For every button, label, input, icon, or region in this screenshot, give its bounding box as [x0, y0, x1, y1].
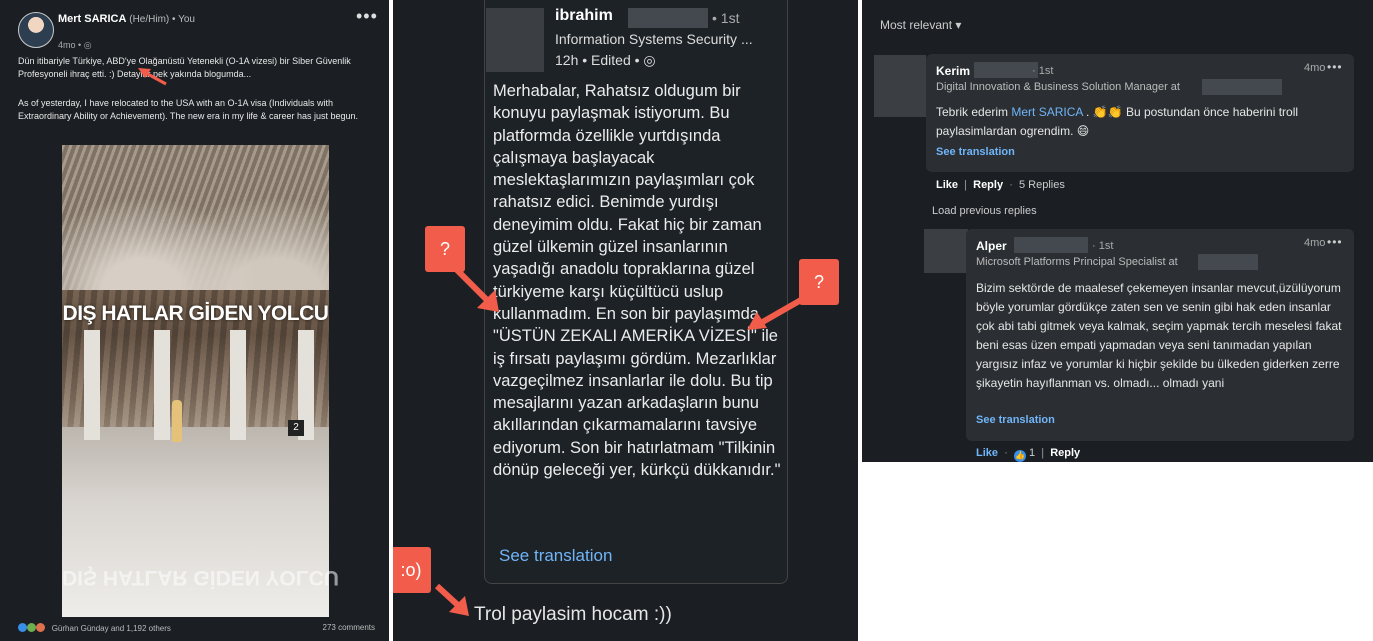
connection-degree: • 1st	[712, 10, 740, 26]
globe-icon: ◎	[83, 40, 92, 50]
alper-avatar-blurred[interactable]	[924, 229, 968, 273]
photo-ceiling	[62, 145, 329, 290]
like-button[interactable]: Like	[936, 179, 958, 191]
photo-sign-text: DIŞ HATLAR GİDEN YOLCU	[62, 302, 329, 325]
alper-name[interactable]: Alper	[976, 239, 1007, 253]
kerim-body-text: Tebrik ederim	[936, 105, 1012, 119]
like-count[interactable]: 1	[1029, 447, 1035, 459]
more-options-icon[interactable]: •••	[1327, 235, 1343, 249]
love-reaction-icon	[36, 623, 46, 632]
surname-blur	[974, 62, 1038, 78]
kerim-avatar-blurred[interactable]	[874, 55, 926, 117]
kerim-comment-body: Tebrik ederim Mert SARICA . 👏👏 Bu postun…	[936, 103, 1336, 141]
replies-count[interactable]: 5 Replies	[1019, 179, 1065, 191]
post-age: 4mo •	[58, 40, 82, 50]
separator-dot: ·	[1001, 447, 1011, 459]
post-meta: 4mo • ◎	[58, 40, 92, 51]
see-translation-link[interactable]: See translation	[936, 146, 1015, 158]
photo-pillar	[230, 330, 246, 440]
divider: |	[1038, 447, 1048, 459]
more-options-icon[interactable]: •••	[356, 6, 378, 27]
commenter-avatar-blurred[interactable]	[486, 8, 544, 72]
comment-body: Merhabalar, Rahatsız oldugum bir konuyu …	[493, 82, 781, 480]
alper-comment-body: Bizim sektörde de maalesef çekemeyen ins…	[976, 281, 1342, 390]
surname-blur	[1014, 237, 1088, 253]
commenter-name[interactable]: ibrahim	[555, 7, 613, 25]
kerim-degree: · 1st	[1032, 65, 1054, 77]
photo-pillar	[154, 330, 170, 440]
alper-time: 4mo	[1304, 237, 1326, 249]
alper-actions: Like · 👍 1 | Reply	[976, 447, 1080, 462]
commenter-headline: Information Systems Security ...	[555, 31, 753, 47]
mention-link[interactable]: Mert SARICA	[1011, 105, 1082, 119]
kerim-name[interactable]: Kerim	[936, 64, 970, 78]
reply-button[interactable]: Reply	[973, 179, 1003, 191]
author-line: Mert SARICA (He/Him) • You	[58, 13, 195, 25]
alper-degree: · 1st	[1092, 240, 1114, 252]
photo-sign-reflection: DIŞ HATLAR GİDEN YOLCU	[62, 566, 339, 589]
post-text-english: As of yesterday, I have relocated to the…	[18, 98, 358, 121]
red-arrow-annotation	[138, 68, 167, 86]
red-arrow-annotation	[434, 583, 469, 616]
company-blur	[1202, 79, 1282, 95]
comments-count[interactable]: 273 comments	[323, 623, 375, 632]
post-text-turkish: Dün itibariyle Türkiye, ABD'ye Olağanüst…	[18, 56, 351, 79]
photo-gate-badge: 2	[288, 420, 304, 436]
reply-text: Trol paylasim hocam :))	[474, 604, 672, 625]
globe-icon: ◎	[643, 52, 656, 68]
comment-time: 12h • Edited • ◎	[555, 52, 656, 69]
author-name[interactable]: Mert SARICA	[58, 13, 126, 25]
red-arrow-annotation	[747, 297, 803, 330]
original-post-panel: Mert SARICA (He/Him) • You 4mo • ◎ ••• D…	[0, 0, 389, 641]
emoticon-callout: :o)	[393, 547, 431, 593]
kerim-actions: Like | Reply · 5 Replies	[936, 179, 1065, 191]
red-arrow-annotation	[452, 265, 499, 312]
kerim-headline: Digital Innovation & Business Solution M…	[936, 81, 1180, 93]
like-button[interactable]: Like	[976, 447, 998, 459]
photo-person	[172, 400, 182, 442]
kerim-time: 4mo	[1304, 62, 1326, 74]
airport-photo[interactable]: DIŞ HATLAR GİDEN YOLCU DIŞ HATLAR GİDEN …	[62, 145, 339, 617]
comment-time-text: 12h • Edited •	[555, 52, 640, 68]
thumbs-up-icon: 👍	[1013, 450, 1026, 462]
like-reaction-icon	[18, 623, 27, 632]
see-translation-link[interactable]: See translation	[976, 414, 1055, 426]
reply-button[interactable]: Reply	[1050, 447, 1080, 459]
company-blur	[1198, 254, 1258, 270]
separator-dot: ·	[1006, 179, 1016, 191]
author-pronouns: (He/Him) • You	[129, 14, 195, 25]
see-translation-link[interactable]: See translation	[499, 546, 612, 566]
question-callout-right: ?	[799, 259, 839, 305]
reactions-text: Gürhan Günday and 1,192 others	[51, 624, 171, 633]
load-previous-replies[interactable]: Load previous replies	[932, 205, 1037, 217]
sort-dropdown[interactable]: Most relevant ▾	[880, 18, 961, 32]
more-options-icon[interactable]: •••	[1327, 60, 1343, 74]
alper-headline: Microsoft Platforms Principal Specialist…	[976, 256, 1178, 268]
comments-panel: Most relevant ▾ Kerim · 1st 4mo ••• Digi…	[862, 0, 1373, 462]
reactions-summary[interactable]: Gürhan Günday and 1,192 others	[18, 623, 171, 633]
author-avatar[interactable]	[18, 12, 54, 48]
divider: |	[961, 179, 971, 191]
celebrate-reaction-icon	[27, 623, 37, 632]
ibrahim-comment-panel: ibrahim • 1st Information Systems Securi…	[389, 0, 862, 641]
surname-blur	[628, 8, 708, 28]
photo-pillar	[84, 330, 100, 440]
